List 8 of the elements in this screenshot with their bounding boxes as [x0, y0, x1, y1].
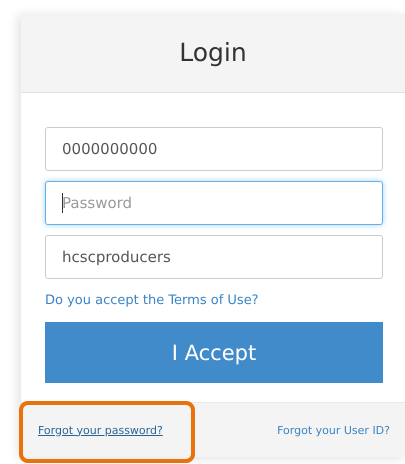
- input-field[interactable]: hcscproducers: [45, 235, 383, 279]
- login-title: Login: [179, 38, 247, 67]
- terms-link[interactable]: Do you accept the Terms of Use?: [45, 293, 259, 308]
- footer-link[interactable]: Forgot your User ID?: [277, 424, 390, 436]
- password-field[interactable]: Password: [45, 181, 383, 225]
- accept-button[interactable]: I Accept: [45, 322, 383, 383]
- footer-link[interactable]: Forgot your password?: [38, 424, 163, 436]
- input-field[interactable]: 0000000000: [45, 127, 383, 171]
